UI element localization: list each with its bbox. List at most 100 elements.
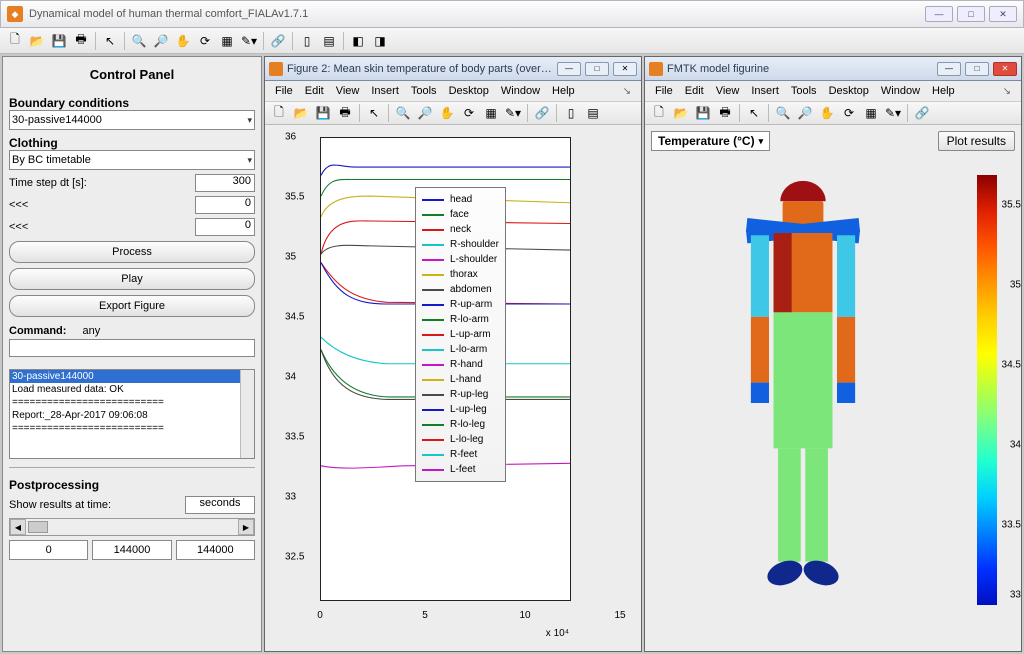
print-icon[interactable]: 🖶 [334,103,356,123]
menu-tools[interactable]: Tools [785,85,823,97]
datacursor-icon[interactable]: ▦ [216,31,238,51]
main-minimize-button[interactable]: — [925,6,953,22]
temperature-dropdown[interactable]: Temperature (°C) [651,131,770,151]
open-icon[interactable]: 📂 [26,31,48,51]
clothing-label: Clothing [9,136,255,150]
time-val-2[interactable]: 144000 [176,540,255,560]
fig3-maximize-button[interactable]: □ [965,62,989,76]
open-icon[interactable]: 📂 [290,103,312,123]
rotate-icon[interactable]: ⟳ [838,103,860,123]
menu-file[interactable]: File [269,85,299,97]
zoom-out-icon[interactable]: 🔎 [794,103,816,123]
back1-label: <<< [9,199,191,211]
colorbar [977,175,997,605]
command-input[interactable] [9,339,255,357]
pointer-icon[interactable]: ↖ [743,103,765,123]
process-button[interactable]: Process [9,241,255,263]
colorbar-icon[interactable]: ▯ [296,31,318,51]
dt-label: Time step dt [s]: [9,177,191,189]
dock-arrow-icon[interactable]: ↘ [997,86,1017,97]
show-results-label: Show results at time: [9,499,181,511]
menu-file[interactable]: File [649,85,679,97]
time-val-1[interactable]: 144000 [92,540,171,560]
legend-icon[interactable]: ▤ [318,31,340,51]
legend-item: R-up-leg [422,387,499,402]
figure2-titlebar: Figure 2: Mean skin temperature of body … [265,57,641,81]
export-figure-button[interactable]: Export Figure [9,295,255,317]
pan-icon[interactable]: ✋ [436,103,458,123]
figure2-axes[interactable]: 36 35.5 35 34.5 34 33.5 33 32.5 0 5 10 1… [265,125,641,651]
zoom-out-icon[interactable]: 🔎 [150,31,172,51]
figurine-axes[interactable]: Temperature (°C) Plot results [645,125,1021,651]
legend-icon[interactable]: ▤ [582,103,604,123]
menu-desktop[interactable]: Desktop [823,85,875,97]
link-icon[interactable]: 🔗 [531,103,553,123]
colorbar-icon[interactable]: ▯ [560,103,582,123]
print-icon[interactable]: 🖶 [714,103,736,123]
fig3-minimize-button[interactable]: — [937,62,961,76]
brush-icon[interactable]: ✎▾ [238,31,260,51]
link-icon[interactable]: 🔗 [911,103,933,123]
time-slider[interactable]: ◀▶ [9,518,255,536]
menu-insert[interactable]: Insert [365,85,405,97]
undock-icon[interactable]: ◨ [369,31,391,51]
main-close-button[interactable]: ✕ [989,6,1017,22]
clothing-select[interactable]: By BC timetable [9,150,255,170]
control-panel: Control Panel Boundary conditions 30-pas… [2,56,262,652]
legend[interactable]: headfaceneckR-shoulderL-shoulderthoraxab… [415,187,506,482]
menu-desktop[interactable]: Desktop [443,85,495,97]
bc-select[interactable]: 30-passive144000 [9,110,255,130]
zoom-in-icon[interactable]: 🔍 [772,103,794,123]
datacursor-icon[interactable]: ▦ [860,103,882,123]
save-icon[interactable]: 💾 [312,103,334,123]
datacursor-icon[interactable]: ▦ [480,103,502,123]
dock-icon[interactable]: ◧ [347,31,369,51]
fig3-close-button[interactable]: ✕ [993,62,1017,76]
legend-item: L-lo-arm [422,342,499,357]
fig2-minimize-button[interactable]: — [557,62,581,76]
pan-icon[interactable]: ✋ [816,103,838,123]
open-icon[interactable]: 📂 [670,103,692,123]
zoom-out-icon[interactable]: 🔎 [414,103,436,123]
save-icon[interactable]: 💾 [48,31,70,51]
menu-help[interactable]: Help [546,85,581,97]
menu-edit[interactable]: Edit [679,85,710,97]
menu-insert[interactable]: Insert [745,85,785,97]
menu-edit[interactable]: Edit [299,85,330,97]
matlab-icon [269,62,283,76]
menu-window[interactable]: Window [495,85,546,97]
menu-view[interactable]: View [330,85,366,97]
pointer-icon[interactable]: ↖ [363,103,385,123]
pan-icon[interactable]: ✋ [172,31,194,51]
zoom-in-icon[interactable]: 🔍 [128,31,150,51]
back2-input[interactable]: 0 [195,218,255,236]
menu-view[interactable]: View [710,85,746,97]
play-button[interactable]: Play [9,268,255,290]
time-val-0[interactable]: 0 [9,540,88,560]
rotate-icon[interactable]: ⟳ [194,31,216,51]
save-icon[interactable]: 💾 [692,103,714,123]
new-icon[interactable]: 🗋 [648,103,670,123]
zoom-in-icon[interactable]: 🔍 [392,103,414,123]
new-icon[interactable]: 🗋 [4,31,26,51]
pointer-icon[interactable]: ↖ [99,31,121,51]
dock-arrow-icon[interactable]: ↘ [617,86,637,97]
print-icon[interactable]: 🖶 [70,31,92,51]
rotate-icon[interactable]: ⟳ [458,103,480,123]
legend-item: L-lo-leg [422,432,499,447]
fig2-maximize-button[interactable]: □ [585,62,609,76]
back1-input[interactable]: 0 [195,196,255,214]
link-icon[interactable]: 🔗 [267,31,289,51]
menu-tools[interactable]: Tools [405,85,443,97]
plot-results-button[interactable]: Plot results [938,131,1015,151]
dt-input[interactable]: 300 [195,174,255,192]
main-maximize-button[interactable]: □ [957,6,985,22]
brush-icon[interactable]: ✎▾ [882,103,904,123]
fig2-close-button[interactable]: ✕ [613,62,637,76]
scrollbar[interactable] [240,370,254,458]
new-icon[interactable]: 🗋 [268,103,290,123]
menu-window[interactable]: Window [875,85,926,97]
brush-icon[interactable]: ✎▾ [502,103,524,123]
log-listbox[interactable]: 30-passive144000 Load measured data: OK … [9,369,255,459]
menu-help[interactable]: Help [926,85,961,97]
